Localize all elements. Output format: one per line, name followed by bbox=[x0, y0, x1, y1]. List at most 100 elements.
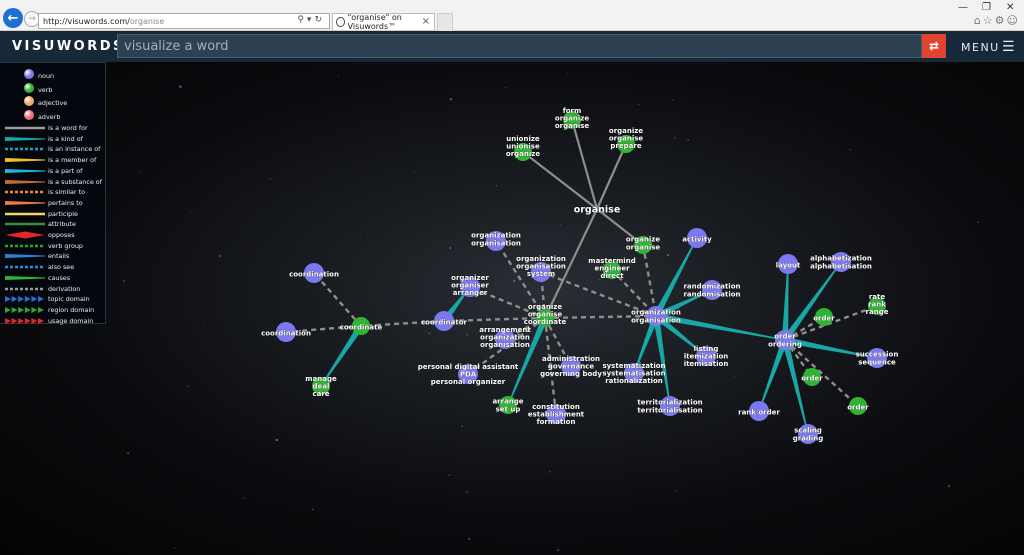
background-star bbox=[338, 75, 339, 77]
edge-derivation bbox=[313, 272, 362, 327]
node-label[interactable]: care bbox=[312, 390, 330, 398]
legend-relation-row: is a member of bbox=[0, 155, 106, 165]
node-label[interactable]: order bbox=[813, 314, 835, 322]
node-label[interactable]: range bbox=[865, 308, 889, 316]
legend-line-icon bbox=[5, 168, 45, 173]
graph-canvas[interactable]: organise form organize organise unionize unio… bbox=[0, 62, 1024, 555]
node-label[interactable]: organisation bbox=[631, 316, 681, 324]
legend-line-icon bbox=[5, 265, 45, 269]
node-label[interactable]: organise bbox=[555, 122, 590, 130]
back-arrow-icon[interactable]: ← bbox=[3, 8, 23, 28]
legend-relation-row: is similar to bbox=[0, 187, 106, 197]
node-label[interactable]: coordinator bbox=[421, 318, 468, 326]
legend-relation-row: derivation bbox=[0, 284, 106, 294]
legend-label: adjective bbox=[38, 99, 68, 107]
node-label[interactable]: formation bbox=[536, 418, 576, 426]
legend-label: adverb bbox=[38, 112, 61, 121]
legend-relation-row: is a part of bbox=[0, 166, 106, 176]
background-star bbox=[126, 451, 130, 455]
node-label[interactable]: coordinate bbox=[524, 318, 567, 326]
address-bar[interactable]: http://visuwords.com/organise ⚲▾↻ bbox=[38, 13, 330, 29]
legend-relation-row: is a substance of bbox=[0, 177, 106, 187]
node-label[interactable]: prepare bbox=[610, 142, 642, 150]
node-label[interactable]: arranger bbox=[453, 289, 488, 297]
legend-relation-row: is an instance of bbox=[0, 144, 106, 154]
background-star bbox=[638, 103, 640, 106]
node-label[interactable]: direct bbox=[600, 272, 624, 280]
legend-pos-verb: verb bbox=[0, 82, 106, 95]
background-star bbox=[275, 438, 278, 442]
background-star bbox=[359, 234, 361, 236]
legend-line-icon bbox=[5, 244, 45, 247]
address-search-refresh-icons[interactable]: ⚲▾↻ bbox=[297, 15, 325, 25]
node-label[interactable]: rationalization bbox=[605, 377, 663, 385]
legend-relation-label: entails bbox=[48, 252, 70, 261]
node-label[interactable]: activity bbox=[682, 235, 712, 243]
toolbar-home-star-gear-icons[interactable]: ⌂☆⚙☺ bbox=[974, 14, 1020, 27]
legend-relation-label: topic domain bbox=[48, 295, 90, 304]
shuffle-random-icon[interactable]: ⇄ bbox=[922, 34, 946, 58]
edge-is-a-kind-of bbox=[781, 339, 809, 435]
legend-line-icon bbox=[5, 179, 45, 184]
node-label[interactable]: territorialisation bbox=[637, 406, 703, 414]
legend-relation-label: causes bbox=[48, 273, 71, 282]
background-star bbox=[138, 171, 141, 174]
background-star bbox=[204, 321, 206, 323]
node-label[interactable]: coordination bbox=[261, 329, 311, 337]
node-label[interactable]: layout bbox=[776, 261, 802, 269]
minimize-icon[interactable]: — bbox=[958, 2, 968, 13]
node-label[interactable]: alphabetisation bbox=[810, 262, 872, 270]
node-label[interactable]: itemisation bbox=[684, 360, 729, 368]
background-star bbox=[687, 139, 689, 141]
node-label[interactable]: rank order bbox=[738, 408, 781, 416]
legend-relation-label: verb group bbox=[48, 241, 83, 250]
hamburger-menu-icon[interactable]: ☰ bbox=[1002, 39, 1015, 55]
background-star bbox=[466, 491, 469, 493]
node-label[interactable]: grading bbox=[793, 434, 824, 442]
background-star bbox=[808, 128, 811, 130]
center-word-label[interactable]: organise bbox=[574, 204, 621, 215]
node-label[interactable]: system bbox=[527, 270, 556, 278]
node-label[interactable]: governing body bbox=[540, 370, 603, 378]
edge-is-a-word-for bbox=[522, 151, 598, 210]
legend-relation-label: is a part of bbox=[48, 166, 83, 175]
legend-relation-row: attribute bbox=[0, 219, 106, 229]
node-label[interactable]: organise bbox=[626, 243, 661, 251]
background-star bbox=[179, 85, 182, 88]
menu-button[interactable]: MENU bbox=[961, 41, 1000, 54]
legend-line-icon bbox=[5, 223, 45, 226]
node-label[interactable]: order bbox=[847, 403, 869, 411]
background-star bbox=[413, 171, 416, 173]
close-window-icon[interactable]: ✕ bbox=[1006, 2, 1014, 13]
legend-relation-label: is a substance of bbox=[48, 177, 102, 186]
background-star bbox=[172, 79, 174, 81]
background-star bbox=[272, 533, 274, 534]
node-label[interactable]: organisation bbox=[480, 341, 530, 349]
restore-icon[interactable]: ❐ bbox=[982, 2, 991, 13]
legend-line-icon bbox=[5, 287, 45, 290]
node-label[interactable]: coordinate bbox=[340, 323, 383, 331]
node-label[interactable]: order bbox=[801, 374, 823, 382]
background-star bbox=[495, 184, 498, 187]
legend-label: noun bbox=[38, 72, 55, 80]
word-graph-svg[interactable]: organiseformorganizeorganiseunionizeunio… bbox=[0, 62, 1024, 555]
legend-relation-row: entails bbox=[0, 251, 106, 261]
node-label[interactable]: set up bbox=[495, 405, 521, 413]
browser-tab[interactable]: "organise" on Visuwords™ × bbox=[332, 13, 435, 31]
node-label[interactable]: ordering bbox=[768, 340, 802, 348]
new-tab-button[interactable] bbox=[437, 13, 453, 31]
legend-dot-icon bbox=[24, 96, 34, 106]
search-input[interactable]: visualize a word bbox=[117, 34, 922, 58]
node-label[interactable]: sequence bbox=[858, 358, 896, 366]
node-label[interactable]: randomisation bbox=[683, 290, 740, 298]
background-star bbox=[466, 333, 469, 336]
legend-relation-label: opposes bbox=[48, 231, 75, 239]
legend-line-icon bbox=[5, 306, 44, 313]
background-star bbox=[675, 490, 677, 492]
tab-close-icon[interactable]: × bbox=[422, 16, 430, 27]
edge-is-a-word-for bbox=[595, 143, 628, 210]
node-label[interactable]: personal organizer bbox=[431, 378, 506, 386]
node-label[interactable]: organisation bbox=[471, 239, 521, 247]
node-label[interactable]: coordination bbox=[289, 270, 339, 278]
node-label[interactable]: organize bbox=[506, 150, 541, 158]
